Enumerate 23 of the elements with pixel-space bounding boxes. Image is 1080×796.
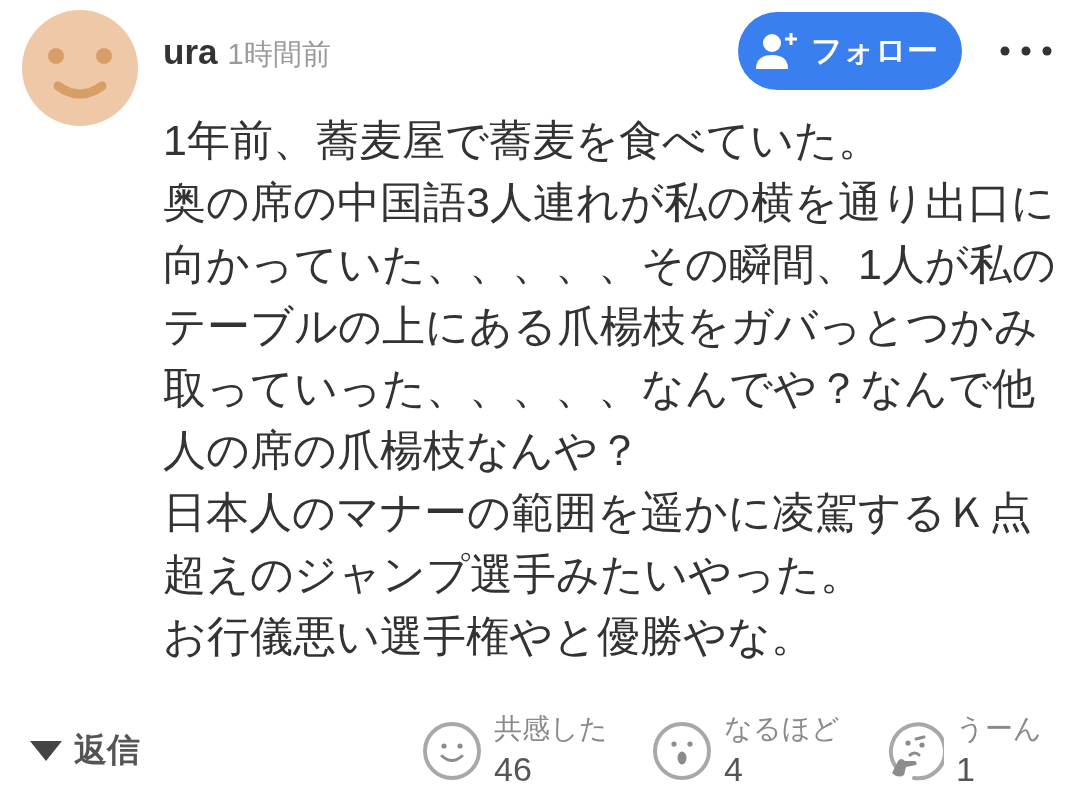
author-name[interactable]: ura <box>163 32 218 72</box>
comment-paragraph: 奥の席の中国語3人連れが私の横を通り出口に向かっていた、、、、、その瞬間、1人が私のテーブルの上にある爪楊枝をガバっとつかみ取っていった、、、、、なんでや？なんで他人の席の爪楊枝なんや？ <box>163 177 1057 476</box>
post-time: 1時間前 <box>227 37 331 72</box>
reaction-button[interactable]: なるほど 4 <box>652 710 840 791</box>
reaction-count: 4 <box>724 748 743 790</box>
surprised-face-icon <box>652 720 712 781</box>
smile-face-icon <box>422 720 482 781</box>
caret-down-icon <box>30 738 62 763</box>
avatar-smiley-icon <box>22 10 138 126</box>
reaction-button[interactable]: うーん 1 <box>884 710 1042 791</box>
more-options-icon[interactable] <box>1000 46 1052 56</box>
comment-paragraph: 1年前、蕎麦屋で蕎麦を食べていた。 <box>163 115 882 167</box>
reply-toggle[interactable]: 返信 <box>30 728 140 774</box>
reaction-label: 共感した <box>494 711 608 746</box>
reaction-button[interactable]: 共感した 46 <box>422 710 608 791</box>
follow-button[interactable]: フォロー <box>738 12 962 90</box>
reaction-label: うーん <box>956 711 1042 746</box>
reaction-label: なるほど <box>724 711 840 746</box>
reaction-count: 46 <box>494 748 532 790</box>
comment-paragraph: 日本人のマナーの範囲を遥かに凌駕するＫ点超えのジャンプ選手みたいやった。 <box>163 486 1033 600</box>
add-person-icon <box>754 31 799 71</box>
comment-paragraph: お行儀悪い選手権やと優勝やな。 <box>163 610 815 662</box>
reaction-count: 1 <box>956 748 975 790</box>
